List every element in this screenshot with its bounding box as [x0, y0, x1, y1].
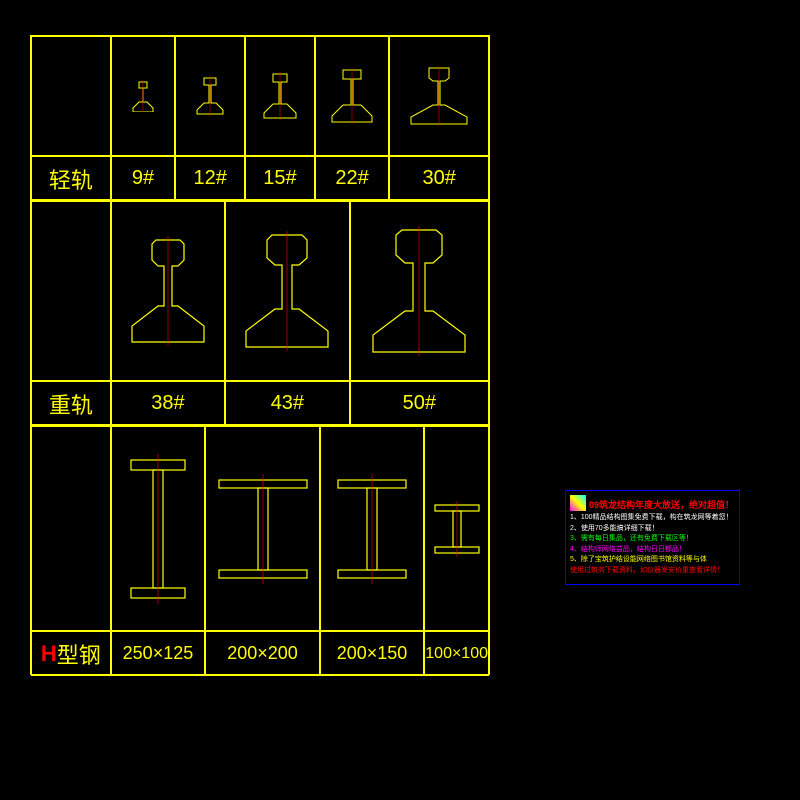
rail-profile-icon [315, 36, 390, 156]
heavy-rail-profile-icon [111, 201, 226, 381]
heavy-rail-profile-icon [350, 201, 489, 381]
light-rail-label: 轻轨 [31, 156, 111, 201]
rail-profile-icon [175, 36, 245, 156]
rail-profile-icon [389, 36, 489, 156]
legend-item: 3、需有每日集品，还有免费下载区等！ [570, 534, 735, 545]
size-label: 30# [389, 156, 489, 201]
size-label: 12# [175, 156, 245, 201]
rail-profile-icon [245, 36, 315, 156]
size-label: 200×200 [205, 631, 320, 676]
h-beam-profile-icon [424, 426, 489, 631]
size-label: 100×100 [424, 631, 489, 676]
size-label: 50# [350, 381, 489, 426]
legend-item: 1、100精品结构图集免费下载，构在筑龙网等着您！ [570, 513, 735, 524]
rail-profile-icon [111, 36, 176, 156]
size-label: 250×125 [111, 631, 206, 676]
h-beam-label: H型钢 [31, 631, 111, 676]
heavy-rail-profile-icon [225, 201, 349, 381]
heavy-rail-label: 重轨 [31, 381, 111, 426]
h-beam-profile-icon [320, 426, 425, 631]
legend-item: 使用过筑务下载资料，如仪器发安价重查看详情！ [570, 566, 735, 577]
size-label: 200×150 [320, 631, 425, 676]
legend-box: 09筑龙结构年度大放送，绝对超值！ 1、100精品结构图集免费下载，构在筑龙网等… [565, 490, 740, 585]
h-beam-profile-icon [111, 426, 206, 631]
legend-item: 5、除了宝筑护结设能网络图书馆资料等与体 [570, 555, 735, 566]
size-label: 9# [111, 156, 176, 201]
legend-item: 4、结构师网络益品，结构日日都品！ [570, 545, 735, 556]
size-label: 22# [315, 156, 390, 201]
size-label: 15# [245, 156, 315, 201]
size-label: 43# [225, 381, 349, 426]
logo-icon [570, 495, 586, 511]
legend-item: 2、使用70多能搞详细下载！ [570, 524, 735, 535]
legend-title: 09筑龙结构年度大放送，绝对超值！ [589, 500, 734, 510]
h-beam-profile-icon [205, 426, 320, 631]
size-label: 38# [111, 381, 226, 426]
